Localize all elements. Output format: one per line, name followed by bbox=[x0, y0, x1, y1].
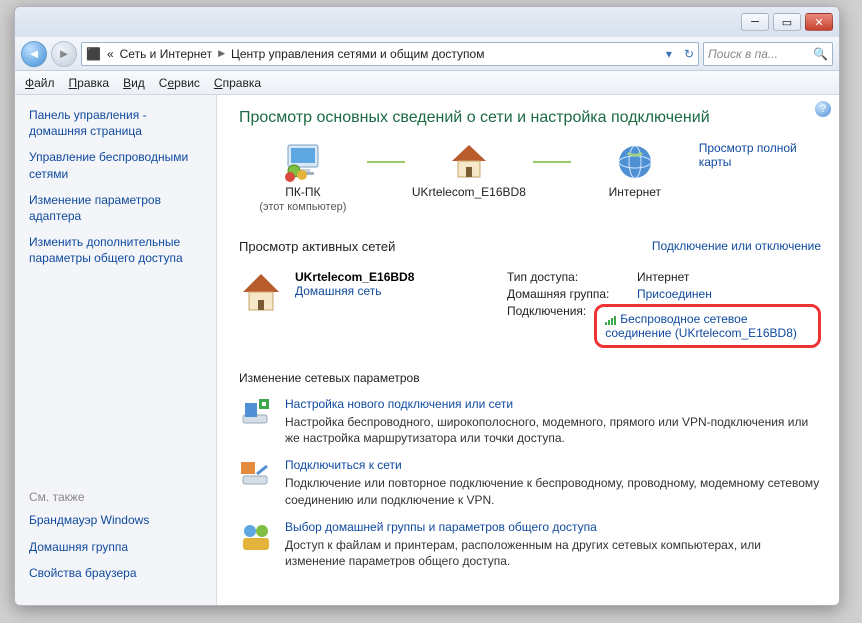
map-connection-line bbox=[367, 161, 405, 163]
menu-help[interactable]: Справка bbox=[214, 76, 261, 90]
access-type-value: Интернет bbox=[637, 270, 689, 284]
dropdown-history-button[interactable]: ▾ bbox=[660, 47, 678, 61]
menu-file[interactable]: Файл bbox=[25, 76, 55, 90]
house-icon bbox=[448, 141, 490, 183]
window-frame: ─ ▭ ✕ ◄ ► ⬛ « Сеть и Интернет ▶ Центр уп… bbox=[14, 6, 840, 606]
back-button[interactable]: ◄ bbox=[21, 41, 47, 67]
option-connect-network: Подключиться к сети Подключение или повт… bbox=[239, 458, 821, 507]
map-node-label: UKrtelecom_E16BD8 bbox=[412, 185, 526, 199]
map-node-sublabel: (этот компьютер) bbox=[259, 201, 346, 213]
homegroup-icon bbox=[239, 520, 273, 554]
breadcrumb-segment[interactable]: Сеть и Интернет bbox=[120, 47, 212, 61]
titlebar: ─ ▭ ✕ bbox=[15, 7, 839, 37]
home-network-icon bbox=[239, 270, 283, 314]
map-node-router[interactable]: UKrtelecom_E16BD8 bbox=[405, 141, 533, 199]
body: Панель управления - домашняя страница Уп… bbox=[15, 95, 839, 605]
connections-label: Подключения: bbox=[507, 304, 586, 318]
network-map: ПК-ПК (этот компьютер) UKrtelecom_E16BD8… bbox=[239, 141, 821, 213]
sidebar-link-wireless[interactable]: Управление беспроводными сетями bbox=[29, 149, 206, 181]
sidebar: Панель управления - домашняя страница Уп… bbox=[15, 95, 217, 605]
computer-icon bbox=[282, 141, 324, 183]
option-homegroup: Выбор домашней группы и параметров общег… bbox=[239, 520, 821, 569]
map-node-internet[interactable]: Интернет bbox=[571, 141, 699, 199]
option-homegroup-link[interactable]: Выбор домашней группы и параметров общег… bbox=[285, 520, 597, 534]
search-placeholder: Поиск в па... bbox=[708, 47, 778, 61]
option-new-connection-desc: Настройка беспроводного, широкополосного… bbox=[285, 414, 821, 446]
search-icon: 🔍 bbox=[813, 47, 828, 61]
new-connection-icon bbox=[239, 397, 273, 431]
option-connect-network-link[interactable]: Подключиться к сети bbox=[285, 458, 402, 472]
map-node-label: ПК-ПК bbox=[285, 185, 320, 199]
wifi-signal-icon bbox=[605, 315, 617, 325]
page-title: Просмотр основных сведений о сети и наст… bbox=[239, 109, 821, 127]
content-area: ? Просмотр основных сведений о сети и на… bbox=[217, 95, 839, 605]
change-settings-heading: Изменение сетевых параметров bbox=[239, 371, 821, 385]
homegroup-value-link[interactable]: Присоединен bbox=[637, 287, 712, 301]
map-node-label: Интернет bbox=[609, 185, 661, 199]
sidebar-link-sharing[interactable]: Изменить дополнительные параметры общего… bbox=[29, 234, 206, 266]
chevron-right-icon: ▶ bbox=[218, 48, 225, 59]
help-icon[interactable]: ? bbox=[815, 101, 831, 117]
sidebar-link-homegroup[interactable]: Домашняя группа bbox=[29, 539, 206, 555]
view-full-map-link[interactable]: Просмотр полной карты bbox=[699, 141, 821, 169]
wireless-connection-link[interactable]: Беспроводное сетевое соединение (UKrtele… bbox=[605, 312, 797, 340]
map-node-this-pc[interactable]: ПК-ПК (этот компьютер) bbox=[239, 141, 367, 213]
network-name: UKrtelecom_E16BD8 bbox=[295, 270, 455, 284]
connect-network-icon bbox=[239, 458, 273, 492]
search-input[interactable]: Поиск в па... 🔍 bbox=[703, 42, 833, 66]
active-networks-heading: Просмотр активных сетей bbox=[239, 239, 395, 254]
access-type-label: Тип доступа: bbox=[507, 270, 629, 284]
sidebar-link-firewall[interactable]: Брандмауэр Windows bbox=[29, 512, 206, 528]
option-new-connection: Настройка нового подключения или сети На… bbox=[239, 397, 821, 446]
menu-bar: Файл Правка Вид Сервис Справка bbox=[15, 71, 839, 95]
minimize-button[interactable]: ─ bbox=[741, 13, 769, 31]
close-button[interactable]: ✕ bbox=[805, 13, 833, 31]
navigation-bar: ◄ ► ⬛ « Сеть и Интернет ▶ Центр управлен… bbox=[15, 37, 839, 71]
homegroup-label: Домашняя группа: bbox=[507, 287, 629, 301]
maximize-button[interactable]: ▭ bbox=[773, 13, 801, 31]
forward-button[interactable]: ► bbox=[51, 41, 77, 67]
refresh-button[interactable]: ↻ bbox=[684, 47, 694, 61]
map-connection-line bbox=[533, 161, 571, 163]
option-homegroup-desc: Доступ к файлам и принтерам, расположенн… bbox=[285, 537, 821, 569]
sidebar-link-home[interactable]: Панель управления - домашняя страница bbox=[29, 107, 206, 139]
menu-edit[interactable]: Правка bbox=[69, 76, 110, 90]
address-bar[interactable]: ⬛ « Сеть и Интернет ▶ Центр управления с… bbox=[81, 42, 699, 66]
control-panel-icon: ⬛ bbox=[86, 47, 101, 61]
connection-highlight: Беспроводное сетевое соединение (UKrtele… bbox=[594, 304, 821, 348]
network-type-link[interactable]: Домашняя сеть bbox=[295, 284, 381, 298]
option-new-connection-link[interactable]: Настройка нового подключения или сети bbox=[285, 397, 513, 411]
breadcrumb-segment[interactable]: « bbox=[107, 47, 114, 61]
sidebar-see-also-heading: См. также bbox=[29, 490, 206, 504]
menu-tools[interactable]: Сервис bbox=[159, 76, 200, 90]
sidebar-link-adapter[interactable]: Изменение параметров адаптера bbox=[29, 192, 206, 224]
active-network-block: UKrtelecom_E16BD8 Домашняя сеть Тип дост… bbox=[239, 270, 821, 351]
connect-disconnect-link[interactable]: Подключение или отключение bbox=[652, 239, 821, 253]
breadcrumb-segment[interactable]: Центр управления сетями и общим доступом bbox=[231, 47, 485, 61]
sidebar-link-browser[interactable]: Свойства браузера bbox=[29, 565, 206, 581]
menu-view[interactable]: Вид bbox=[123, 76, 145, 90]
globe-icon bbox=[614, 141, 656, 183]
option-connect-network-desc: Подключение или повторное подключение к … bbox=[285, 475, 821, 507]
